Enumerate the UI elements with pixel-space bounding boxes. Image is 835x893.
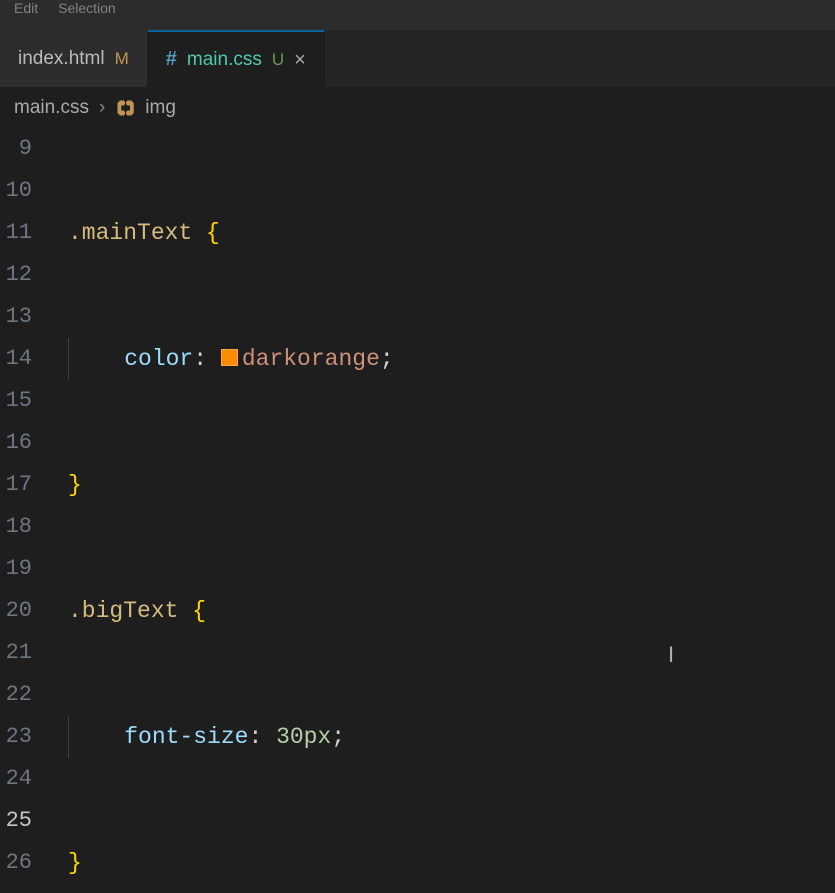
menu-bar: Edit Selection [0,0,835,30]
breadcrumb-symbol[interactable]: img [145,97,176,119]
color-swatch-icon[interactable] [221,349,238,366]
menu-selection[interactable]: Selection [58,0,116,16]
close-icon[interactable]: × [294,50,306,70]
code-line: font-size: 30px; [48,716,835,758]
tab-index-html[interactable]: index.html M [0,30,148,87]
line-number: 22 [0,674,32,716]
line-number: 17 [0,464,32,506]
line-number: 13 [0,296,32,338]
line-number: 9 [0,128,32,170]
line-number: 11 [0,212,32,254]
code-editor[interactable]: 9 10 11 12 13 14 15 16 17 18 19 20 21 22… [0,128,835,893]
tab-main-css[interactable]: # main.css U × [148,30,325,87]
line-number: 26 [0,842,32,884]
line-number: 18 [0,506,32,548]
text-cursor-icon: I [668,634,674,676]
line-number: 19 [0,548,32,590]
tab-filename: main.css [187,49,262,71]
line-number: 14 [0,338,32,380]
code-line: .bigText { [48,590,835,632]
tab-filename: index.html [18,48,105,70]
code-line: color: darkorange; [48,338,835,380]
line-number: 10 [0,170,32,212]
chevron-right-icon: › [99,97,105,119]
tab-status-modified: M [115,49,129,69]
line-number: 15 [0,380,32,422]
menu-edit[interactable]: Edit [14,0,38,16]
tab-bar: index.html M # main.css U × [0,30,835,88]
line-number: 24 [0,758,32,800]
line-number-gutter: 9 10 11 12 13 14 15 16 17 18 19 20 21 22… [0,128,48,893]
tab-status-untracked: U [272,50,284,70]
line-number: 27 [0,884,32,893]
line-number: 20 [0,590,32,632]
line-number: 25 [0,800,32,842]
line-number: 16 [0,422,32,464]
breadcrumb[interactable]: main.css › img [0,88,835,128]
line-number: 23 [0,716,32,758]
code-line: } [48,842,835,884]
breadcrumb-file[interactable]: main.css [14,97,89,119]
css-selector-icon [115,98,135,118]
css-file-icon: # [166,48,177,71]
code-line: } [48,464,835,506]
code-area[interactable]: .mainText { color: darkorange; } .bigTex… [48,128,835,893]
line-number: 12 [0,254,32,296]
line-number: 21 [0,632,32,674]
code-line: .mainText { [48,212,835,254]
